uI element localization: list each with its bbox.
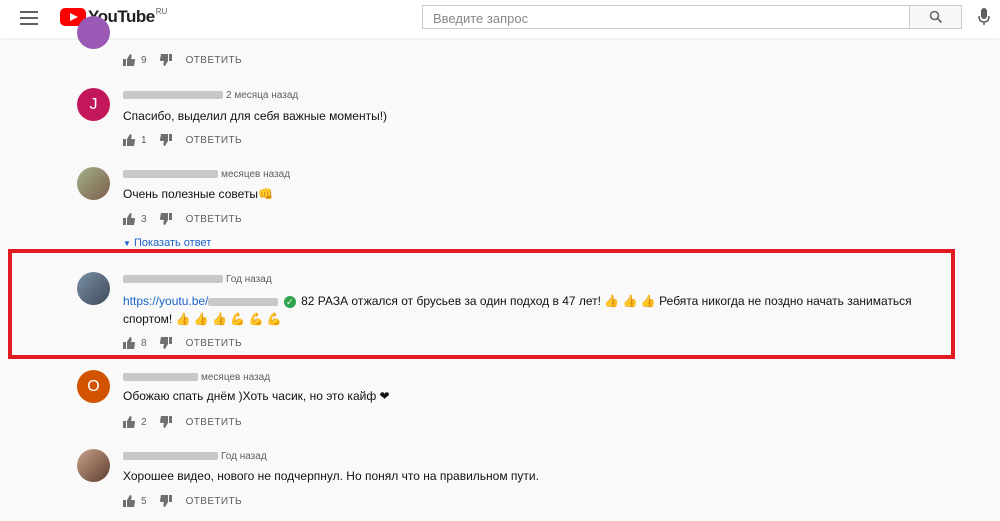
- comment-text: Очень полезные советы👊: [123, 187, 273, 201]
- comment-meta: месяцев назад: [123, 372, 270, 383]
- comment-time[interactable]: Год назад: [221, 451, 267, 462]
- video-link-prefix: https://youtu.be/: [123, 294, 209, 308]
- thumbs-down-icon[interactable]: [159, 416, 172, 428]
- show-replies-link[interactable]: ▼ Показать ответ: [123, 237, 211, 249]
- reply-button[interactable]: ОТВЕТИТЬ: [186, 135, 242, 146]
- reply-button[interactable]: ОТВЕТИТЬ: [186, 338, 242, 349]
- reply-button[interactable]: ОТВЕТИТЬ: [186, 55, 242, 66]
- avatar[interactable]: J: [77, 88, 110, 121]
- author-name-blurred[interactable]: [123, 373, 198, 382]
- check-mark-icon: ✓: [283, 295, 296, 308]
- like-count: 1: [141, 134, 147, 146]
- thumbs-down-icon[interactable]: [159, 54, 172, 66]
- comment-text: Обожаю спать днём )Хоть часик, но это ка…: [123, 389, 390, 403]
- chevron-down-icon: ▼: [123, 239, 131, 248]
- avatar[interactable]: [77, 167, 110, 200]
- author-name-blurred[interactable]: [123, 452, 218, 461]
- comment-meta: месяцев назад: [123, 169, 290, 180]
- comment-text: Спасибо, выделил для себя важные моменты…: [123, 109, 388, 123]
- comment-text: https://youtu.be/ ✓ 82 РАЗА отжался от б…: [123, 292, 912, 310]
- avatar[interactable]: [77, 16, 110, 49]
- show-replies-label: Показать ответ: [133, 237, 212, 249]
- microphone-icon[interactable]: [978, 8, 990, 26]
- avatar[interactable]: O: [77, 370, 110, 403]
- thumbs-up-icon[interactable]: [123, 213, 135, 225]
- thumbs-up-icon[interactable]: [123, 54, 135, 66]
- comment-actions: 2 ОТВЕТИТЬ: [123, 414, 242, 430]
- comment-time[interactable]: месяцев назад: [201, 372, 270, 383]
- author-name-blurred[interactable]: [123, 91, 223, 100]
- hamburger-menu-icon[interactable]: [20, 11, 38, 25]
- comment-time[interactable]: месяцев назад: [221, 169, 290, 180]
- thumbs-down-icon[interactable]: [159, 495, 172, 507]
- like-count: 8: [141, 337, 147, 349]
- comment-actions: 5 ОТВЕТИТЬ: [123, 493, 242, 509]
- reply-button[interactable]: ОТВЕТИТЬ: [186, 214, 242, 225]
- video-link[interactable]: https://youtu.be/: [123, 294, 279, 308]
- comment-actions: 3 ОТВЕТИТЬ: [123, 211, 242, 227]
- top-bar: YouTube RU Введите запрос: [0, 0, 1000, 38]
- author-name-blurred[interactable]: [123, 275, 223, 284]
- like-count: 5: [141, 495, 147, 507]
- reply-button[interactable]: ОТВЕТИТЬ: [186, 417, 242, 428]
- search-button[interactable]: [910, 5, 962, 29]
- search-input[interactable]: Введите запрос: [422, 5, 910, 29]
- comment-actions: 1 ОТВЕТИТЬ: [123, 132, 242, 148]
- comment-meta: Год назад: [123, 451, 267, 462]
- link-blurred: [208, 297, 279, 306]
- like-count: 3: [141, 213, 147, 225]
- comment-time[interactable]: Год назад: [226, 274, 272, 285]
- avatar[interactable]: [77, 272, 110, 305]
- reply-button[interactable]: ОТВЕТИТЬ: [186, 496, 242, 507]
- comment-time[interactable]: 2 месяца назад: [226, 90, 298, 101]
- thumbs-down-icon[interactable]: [159, 134, 172, 146]
- comment-meta: 2 месяца назад: [123, 90, 298, 101]
- thumbs-up-icon[interactable]: [123, 134, 135, 146]
- thumbs-down-icon[interactable]: [159, 213, 172, 225]
- like-count: 9: [141, 54, 147, 66]
- comment-text: Хорошее видео, нового не подчерпнул. Но …: [123, 469, 539, 483]
- thumbs-up-icon[interactable]: [123, 416, 135, 428]
- thumbs-up-icon[interactable]: [123, 337, 135, 349]
- comment-text-line2: спортом! 👍 👍 👍 💪 💪 💪: [123, 312, 282, 326]
- logo-region: RU: [155, 7, 168, 16]
- search-icon: [929, 10, 943, 24]
- thumbs-down-icon[interactable]: [159, 337, 172, 349]
- thumbs-up-icon[interactable]: [123, 495, 135, 507]
- comment-actions: 8 ОТВЕТИТЬ: [123, 335, 242, 351]
- comment-text-line1: 82 РАЗА отжался от брусьев за один подхо…: [301, 294, 912, 308]
- comment-actions: 9 ОТВЕТИТЬ: [123, 52, 242, 68]
- author-name-blurred[interactable]: [123, 170, 218, 179]
- comment-meta: Год назад: [123, 274, 272, 285]
- youtube-logo[interactable]: YouTube RU: [60, 8, 167, 30]
- avatar[interactable]: [77, 449, 110, 482]
- like-count: 2: [141, 416, 147, 428]
